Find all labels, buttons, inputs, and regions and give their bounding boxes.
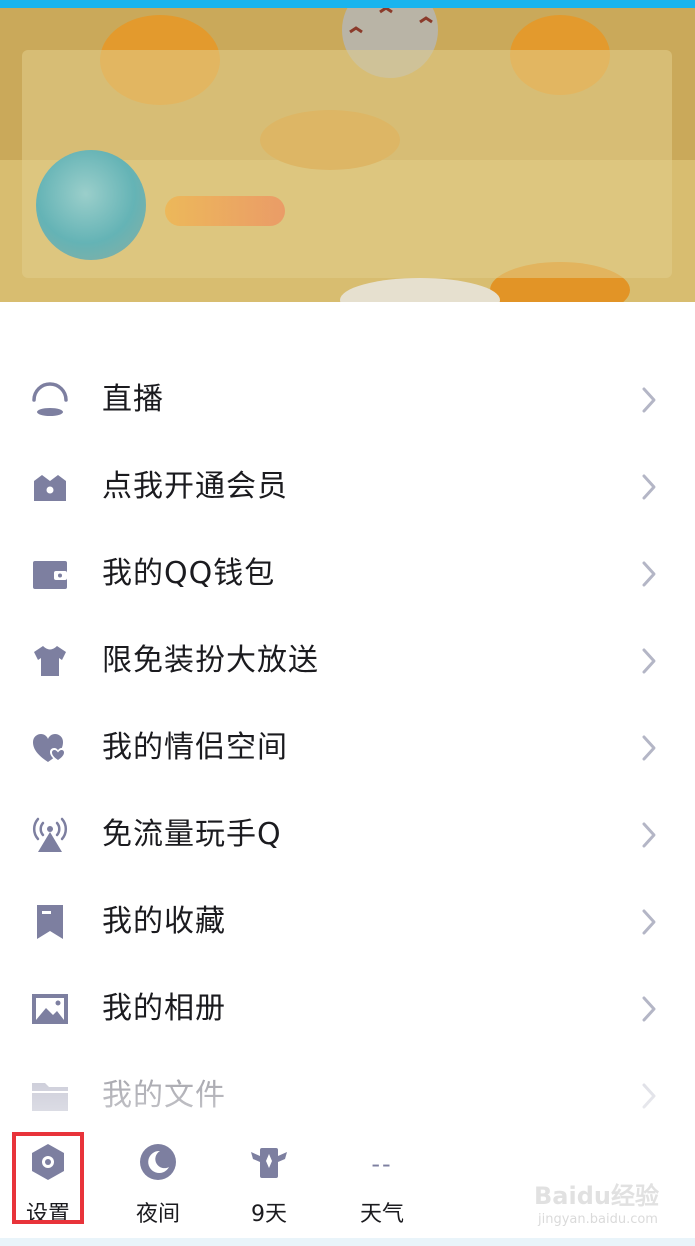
menu-item-files[interactable]: 我的文件 [0,1052,695,1138]
bookmark-icon [37,905,63,939]
menu-item-live[interactable]: 直播 [0,356,695,442]
tshirt-icon [34,646,66,676]
signal-tower-icon [33,817,67,852]
chevron-right-icon [642,561,656,587]
weather-button[interactable]: -- 天气 [337,1138,427,1238]
live-icon [32,382,68,416]
night-mode-button[interactable]: 夜间 [113,1138,203,1238]
menu-item-wallet[interactable]: 我的QQ钱包 [0,530,695,616]
watermark-subtext: jingyan.baidu.com [538,1212,658,1227]
menu-item-free-data[interactable]: 免流量玩手Q [0,791,695,877]
vip-badge[interactable] [165,196,285,226]
menu-item-label: 我的QQ钱包 [102,556,276,591]
baidu-watermark: Baidu经验 jingyan.baidu.com [528,1168,678,1238]
chevron-right-icon [642,735,656,761]
bottom-edge-strip [0,1238,695,1246]
menu-item-label: 点我开通会员 [102,469,288,504]
wallet-icon [33,561,67,589]
folder-icon [32,1083,68,1111]
menu-item-label: 限免装扮大放送 [102,643,319,678]
chevron-right-icon [642,474,656,500]
avatar[interactable] [36,150,146,260]
qq-side-drawer: 直播 点我开通会员 我的QQ钱包 限免装扮大放送 我的情侣空间 免流量玩手Q 我… [0,0,695,1246]
chevron-right-icon [642,1083,656,1109]
crown-icon [34,475,66,501]
menu-item-label: 我的情侣空间 [102,730,288,765]
checkin-streak-button[interactable]: 9天 [224,1138,314,1238]
menu-item-outfit[interactable]: 限免装扮大放送 [0,617,695,703]
chevron-right-icon [642,909,656,935]
menu-item-label: 直播 [102,382,164,417]
watermark-text: Baidu经验 [534,1182,659,1210]
menu-item-couple-space[interactable]: 我的情侣空间 [0,704,695,790]
menu-item-label: 我的收藏 [102,904,226,939]
hearts-icon [33,734,66,762]
settings-highlight-frame [12,1132,84,1224]
menu-item-label: 我的相册 [102,991,226,1026]
weather-value: -- [371,1150,393,1178]
menu-item-membership[interactable]: 点我开通会员 [0,443,695,529]
night-mode-label: 夜间 [135,1202,180,1227]
photo-album-icon [32,994,68,1024]
moon-icon [140,1144,176,1180]
weather-label: 天气 [359,1202,404,1227]
menu-item-label: 免流量玩手Q [102,817,282,852]
menu-item-label: 我的文件 [102,1078,226,1113]
chevron-right-icon [642,387,656,413]
status-accent-bar [0,0,695,8]
checkin-streak-label: 9天 [251,1202,287,1227]
menu-item-album[interactable]: 我的相册 [0,965,695,1051]
chevron-right-icon [642,996,656,1022]
chevron-right-icon [642,822,656,848]
profile-header-banner[interactable] [0,0,695,302]
menu-item-favorites[interactable]: 我的收藏 [0,878,695,964]
chevron-right-icon [642,648,656,674]
winged-card-icon [251,1148,287,1178]
